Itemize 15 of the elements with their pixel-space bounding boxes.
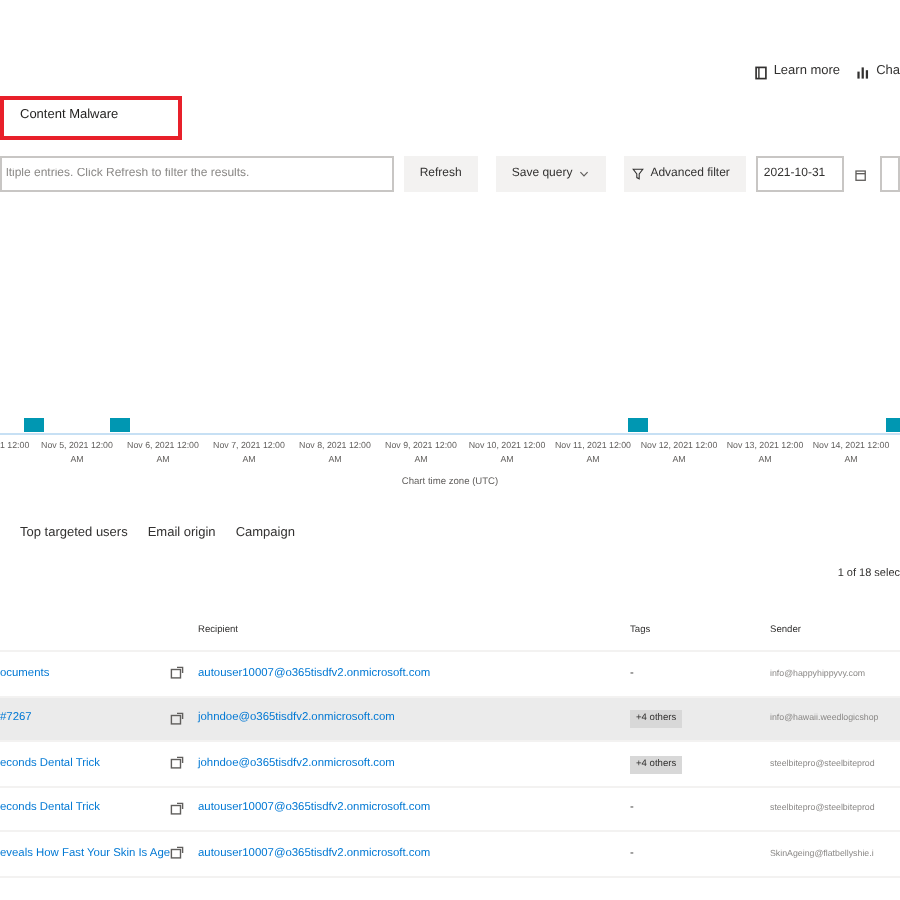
data-marker [628,418,648,432]
open-window-icon [170,801,184,816]
data-marker [886,418,900,432]
open-window-icon [170,711,184,726]
bar-chart-icon [856,65,871,79]
date-field[interactable] [880,156,900,192]
data-marker [24,418,44,432]
chevron-down-icon [578,168,591,180]
data-marker [110,418,130,432]
book-icon [753,65,768,79]
filter-icon [632,168,645,180]
open-window-icon [170,756,184,771]
calendar-icon [853,167,867,181]
open-window-icon [170,846,184,861]
open-window-icon [170,666,184,681]
